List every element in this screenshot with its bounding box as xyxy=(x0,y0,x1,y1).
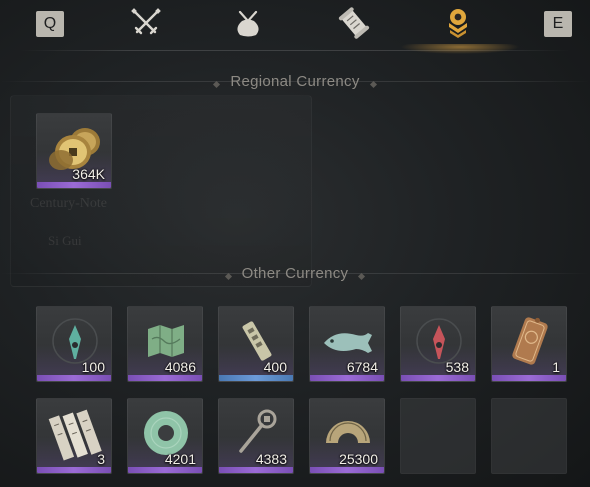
empty-currency-slot xyxy=(400,398,476,474)
background-faded-text-2: Si Gui xyxy=(48,233,82,248)
bronze-plaque-icon xyxy=(500,313,560,369)
currency-slot-4[interactable]: 6784 xyxy=(309,306,385,382)
prev-tab-key[interactable]: Q xyxy=(36,11,64,37)
currency-quantity: 538 xyxy=(445,359,469,375)
currency-slot-2[interactable]: 4086 xyxy=(127,306,203,382)
crossed-swords-icon xyxy=(129,6,163,44)
currency-quantity: 1 xyxy=(552,359,560,375)
currency-quantity: 3 xyxy=(97,451,105,467)
tab-bar: Q E xyxy=(0,0,590,54)
other-currency-title: Other Currency xyxy=(230,265,361,282)
currency-slot-9[interactable]: 4383 xyxy=(218,398,294,474)
regional-currency-title: Regional Currency xyxy=(218,73,371,90)
scroll-icon xyxy=(337,6,371,44)
currency-slot-5[interactable]: 538 xyxy=(400,306,476,382)
currency-slot-10[interactable]: 25300 xyxy=(309,398,385,474)
empty-currency-slot xyxy=(491,398,567,474)
pouch-icon xyxy=(231,6,265,44)
currency-quantity: 400 xyxy=(263,359,287,375)
currency-slot-7[interactable]: 3 xyxy=(36,398,112,474)
currency-slot-8[interactable]: 4201 xyxy=(127,398,203,474)
next-tab-key[interactable]: E xyxy=(544,11,572,37)
other-currency-header: Other Currency xyxy=(0,262,590,284)
currency-icon xyxy=(441,6,475,44)
currency-quantity: 25300 xyxy=(339,451,378,467)
currency-slot-1[interactable]: 100 xyxy=(36,306,112,382)
currency-quantity: 4383 xyxy=(255,451,287,467)
tab-currency[interactable] xyxy=(438,6,478,44)
regional-currency-header: Regional Currency xyxy=(0,70,590,92)
active-tab-indicator xyxy=(400,44,520,54)
tab-weapons[interactable] xyxy=(126,6,166,44)
tab-bag[interactable] xyxy=(228,6,268,44)
background-faded-text: Century-Note xyxy=(30,196,107,211)
currency-slot-coins[interactable]: 364K xyxy=(36,113,112,189)
tab-documents[interactable] xyxy=(334,6,374,44)
currency-quantity: 6784 xyxy=(346,359,378,375)
currency-quantity: 364K xyxy=(72,166,105,182)
currency-quantity: 100 xyxy=(81,359,105,375)
currency-slot-6[interactable]: 1 xyxy=(491,306,567,382)
currency-quantity: 4201 xyxy=(164,451,196,467)
currency-slot-3[interactable]: 400 xyxy=(218,306,294,382)
currency-quantity: 4086 xyxy=(164,359,196,375)
paper-slips-icon xyxy=(45,405,105,461)
